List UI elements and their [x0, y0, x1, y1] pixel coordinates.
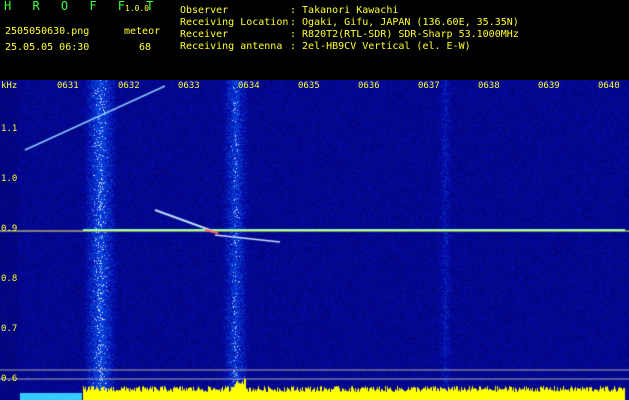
location-label: Receiving Location	[180, 17, 289, 28]
time-tick: 0636	[358, 81, 380, 91]
info-header: H R O F F T 1.0.0 2505050630.png 25.05.0…	[0, 0, 629, 80]
antenna-value: : 2el-HB9CV Vertical (el. E-W)	[290, 41, 471, 52]
time-tick: 0631	[57, 81, 79, 91]
waterfall-canvas	[0, 80, 629, 400]
time-tick: 0638	[478, 81, 500, 91]
app-version: 1.0.0	[125, 4, 150, 13]
time-tick: 0634	[238, 81, 260, 91]
file-datetime: 25.05.05 06:30	[5, 42, 90, 53]
time-tick: 0639	[538, 81, 560, 91]
freq-tick: 0.8	[1, 274, 18, 284]
receiver-value: : R820T2(RTL-SDR) SDR-Sharp 53.1000MHz	[290, 29, 519, 40]
freq-tick: 0.7	[1, 324, 18, 334]
unit-label: kHz	[1, 81, 18, 91]
freq-tick: 1.0	[1, 174, 18, 184]
detection-count: 68	[139, 42, 152, 53]
antenna-label: Receiving antenna	[180, 41, 283, 52]
detection-label: meteor	[124, 26, 161, 37]
location-value: : Ogaki, Gifu, JAPAN (136.60E, 35.35N)	[290, 17, 519, 28]
freq-tick: 0.9	[1, 224, 18, 234]
freq-tick: 1.1	[1, 124, 18, 134]
observer-value: : Takanori Kawachi	[290, 5, 399, 16]
receiver-label: Receiver	[180, 29, 229, 40]
freq-tick: 0.6	[1, 374, 18, 384]
spectrogram-plot: kHz 0631 0632 0633 0634 0635 0636 0637 0…	[0, 80, 629, 400]
time-tick: 0632	[118, 81, 140, 91]
time-tick: 0635	[298, 81, 320, 91]
observer-label: Observer	[180, 5, 229, 16]
time-tick: 0637	[418, 81, 440, 91]
file-name: 2505050630.png	[5, 26, 90, 37]
time-tick: 0633	[178, 81, 200, 91]
time-tick: 0640	[598, 81, 620, 91]
